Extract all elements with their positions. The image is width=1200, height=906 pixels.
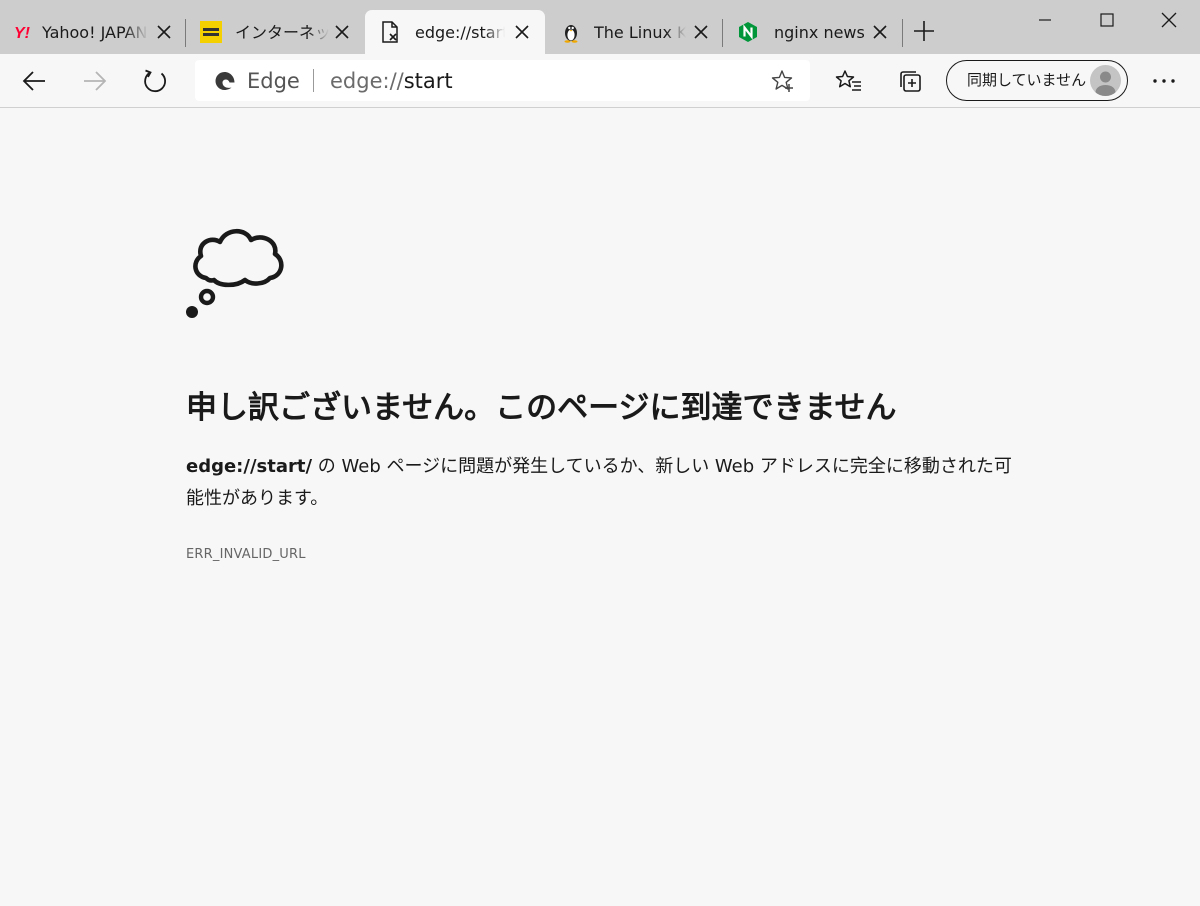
tab-title: edge://start/ <box>415 23 505 42</box>
more-ellipsis-icon <box>1153 79 1175 83</box>
collections-icon <box>900 71 921 92</box>
linux-penguin-icon <box>560 21 582 43</box>
favorites-button[interactable] <box>831 63 867 99</box>
toolbar: Edge edge://start 同期していません <box>0 54 1200 108</box>
error-page-icon <box>379 21 401 43</box>
plus-icon <box>914 21 934 41</box>
browser-brand-label: Edge <box>247 69 300 93</box>
url-scheme: edge:// <box>330 69 404 93</box>
back-button[interactable] <box>16 63 52 99</box>
tab-linux-kernel[interactable]: The Linux Kernel Archives <box>546 10 722 54</box>
tab-title: The Linux Kernel Archives <box>594 23 686 42</box>
error-page: 申し訳ございません。このページに到達できません edge://start/ の … <box>0 108 1200 906</box>
yahoo-icon: Y! <box>14 21 36 43</box>
tab-title: インターネット Watch <box>235 23 329 42</box>
edge-logo-icon <box>213 69 237 93</box>
arrow-right-icon <box>84 71 107 91</box>
svg-text:Y!: Y! <box>14 25 31 40</box>
sync-status-label: 同期していません <box>967 71 1087 89</box>
nginx-icon <box>737 21 759 43</box>
tab-title: Yahoo! JAPAN <box>42 23 148 42</box>
tab-separator <box>902 19 903 47</box>
error-url: edge://start/ <box>186 456 313 477</box>
url-text[interactable]: edge://start <box>330 68 453 94</box>
url-host: start <box>403 69 453 93</box>
error-title: 申し訳ございません。このページに到達できません <box>186 390 897 426</box>
close-icon[interactable] <box>872 24 888 40</box>
internet-watch-icon <box>200 21 222 43</box>
tab-yahoo[interactable]: Y! Yahoo! JAPAN <box>0 10 185 54</box>
tab-nginx[interactable]: nginx news <box>723 10 901 54</box>
error-description: edge://start/ の Web ページに問題が発生しているか、新しい W… <box>186 451 1016 515</box>
avatar <box>1090 65 1121 96</box>
close-icon[interactable] <box>334 24 350 40</box>
tab-strip: Y! Yahoo! JAPAN インターネット Watch <box>0 0 1200 54</box>
error-code: ERR_INVALID_URL <box>186 547 306 562</box>
favorites-list-icon <box>835 70 861 91</box>
minimize-button[interactable] <box>1014 0 1076 40</box>
maximize-button[interactable] <box>1076 0 1138 40</box>
add-favorite-star-icon[interactable] <box>771 69 795 93</box>
maximize-icon <box>1100 13 1114 27</box>
close-icon[interactable] <box>156 24 172 40</box>
new-tab-button[interactable] <box>912 19 936 43</box>
refresh-icon <box>144 69 166 93</box>
close-window-button[interactable] <box>1138 0 1200 40</box>
refresh-button[interactable] <box>137 63 173 99</box>
address-bar[interactable]: Edge edge://start <box>195 60 810 101</box>
close-icon <box>1161 12 1177 28</box>
settings-more-button[interactable] <box>1146 63 1182 99</box>
close-icon[interactable] <box>514 24 530 40</box>
tab-title: nginx news <box>774 23 864 42</box>
arrow-left-icon <box>22 71 45 91</box>
tab-internet-watch[interactable]: インターネット Watch <box>186 10 364 54</box>
user-avatar-icon <box>1095 71 1116 96</box>
forward-button[interactable] <box>77 63 113 99</box>
collections-button[interactable] <box>892 63 928 99</box>
close-icon[interactable] <box>693 24 709 40</box>
address-divider <box>313 69 314 92</box>
minimize-icon <box>1039 19 1051 21</box>
thought-cloud-icon <box>184 218 288 322</box>
profile-sync-button[interactable]: 同期していません <box>946 60 1128 101</box>
tab-edge-start[interactable]: edge://start/ <box>365 10 545 54</box>
